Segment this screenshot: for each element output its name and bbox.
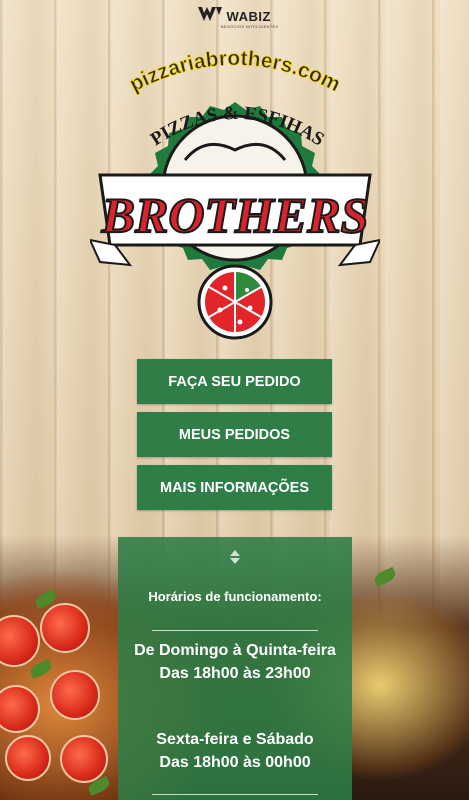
schedule-weekdays: De Domingo à Quinta-feira Das 18h00 às 2… [128,639,342,685]
wabiz-tagline: NEGÓCIOS INTELIGENTES [220,24,279,29]
schedule-time: Das 18h00 às 23h00 [159,665,311,682]
pizza-icon [197,264,273,340]
pizzaria-brothers-logo: pizzariabrothers.com PIZZAS & ESFIHAS BR… [90,47,380,340]
wabiz-logo-icon [198,7,223,25]
tomato-slice [40,603,90,653]
tomato-slice [50,670,100,720]
tomato-slice [5,735,51,781]
basil-leaf [28,658,54,680]
schedule-weekend: Sexta-feira e Sábado Das 18h00 às 00h00 [128,728,342,774]
schedule-days: Sexta-feira e Sábado [156,731,314,748]
tomato-slice [0,615,40,667]
expand-toggle-icon[interactable] [118,547,352,567]
tomato-slice [0,685,40,733]
my-orders-button[interactable]: MEUS PEDIDOS [137,412,332,457]
tomato-slice [60,735,108,783]
logo-brand-name: BROTHERS [101,187,369,243]
order-button[interactable]: FAÇA SEU PEDIDO [137,359,332,404]
opening-hours-panel: Horários de funcionamento: De Domingo à … [118,537,352,800]
logo-url-text: pizzariabrothers.com [126,47,344,96]
wabiz-wordmark: WABIZ [226,8,271,24]
basil-leaf [372,566,398,588]
more-info-button[interactable]: MAIS INFORMAÇÕES [137,465,332,510]
schedule-days: De Domingo à Quinta-feira [134,642,336,659]
schedule-time: Das 18h00 às 00h00 [159,754,311,771]
divider [152,630,318,631]
divider [152,794,318,795]
wabiz-brand: WABIZ NEGÓCIOS INTELIGENTES [0,7,469,29]
opening-hours-title: Horários de funcionamento: [148,589,322,604]
